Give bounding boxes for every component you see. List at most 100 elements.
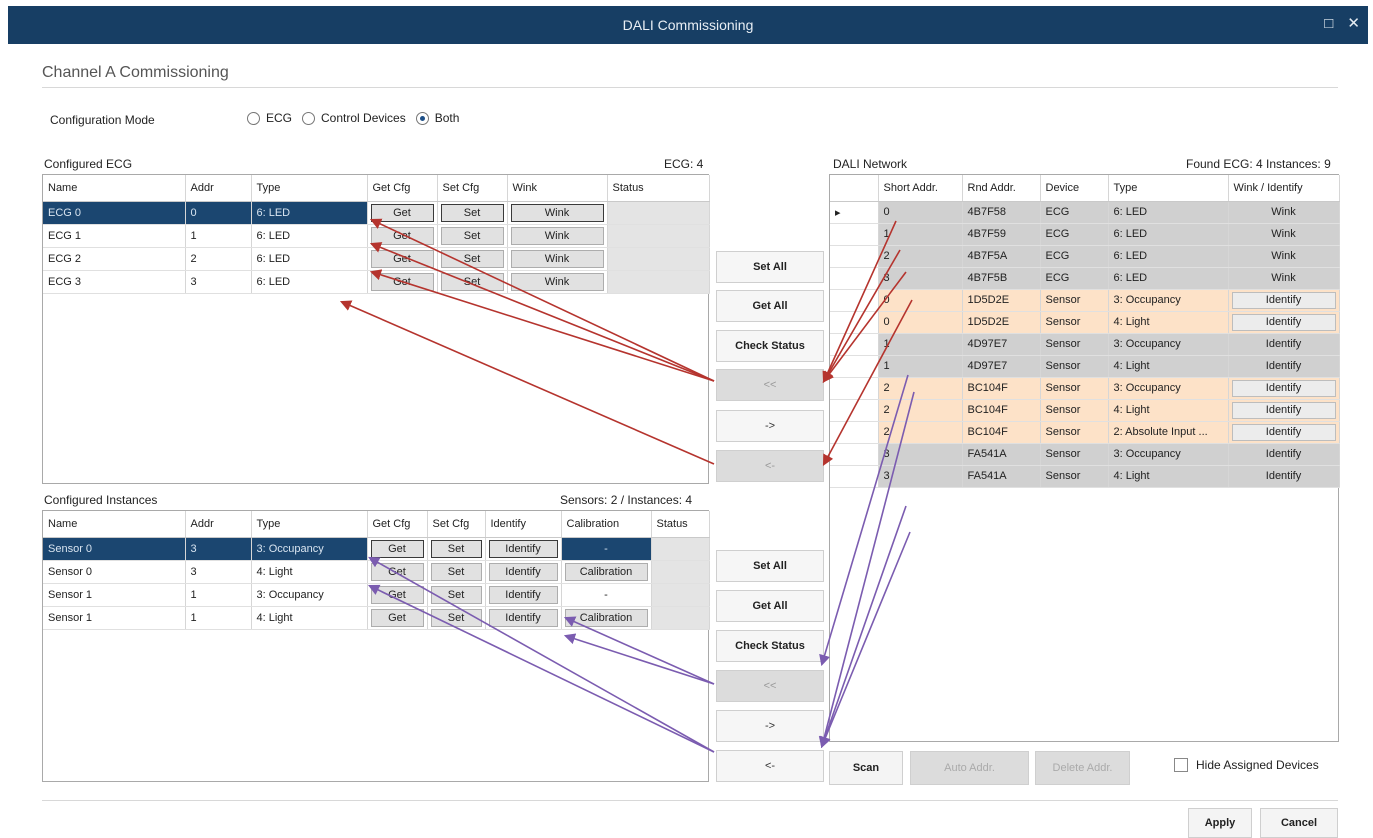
wink-button[interactable]: Wink	[510, 249, 604, 268]
wink-button[interactable]: Wink	[1228, 201, 1340, 224]
get-cfg-button[interactable]: Get	[370, 539, 424, 558]
inst-move-right-button[interactable]: ->	[716, 710, 824, 742]
identify-button[interactable]: Identify	[1231, 379, 1336, 397]
configured-instances-grid[interactable]: Name Addr Type Get Cfg Set Cfg Identify …	[42, 510, 710, 782]
wink-button[interactable]: Wink	[1228, 267, 1340, 290]
net-col-device[interactable]: Device	[1040, 175, 1109, 202]
ecg-col-status[interactable]: Status	[607, 175, 710, 202]
identify-button[interactable]: Identify	[488, 562, 558, 581]
radio-control-devices-circle[interactable]	[302, 111, 316, 125]
get-cfg-button[interactable]: Get	[370, 585, 424, 604]
identify-button[interactable]: Identify	[1228, 443, 1340, 466]
table-row[interactable]: 3 FA541A Sensor 3: Occupancy Identify	[830, 443, 1340, 466]
radio-control-devices[interactable]: Control Devices	[302, 111, 406, 125]
inst-col-addr[interactable]: Addr	[185, 511, 252, 538]
table-row[interactable]: 2 BC104F Sensor 3: Occupancy Identify	[830, 377, 1340, 400]
radio-both[interactable]: Both	[415, 111, 459, 125]
auto-addr-button[interactable]: Auto Addr.	[910, 751, 1029, 785]
ecg-move-all-left-button[interactable]: <<	[716, 369, 824, 401]
ecg-move-left-button[interactable]: <-	[716, 450, 824, 482]
table-row[interactable]: 2 BC104F Sensor 2: Absolute Input ... Id…	[830, 421, 1340, 444]
inst-col-status[interactable]: Status	[651, 511, 710, 538]
table-row[interactable]: 0 1D5D2E Sensor 3: Occupancy Identify	[830, 289, 1340, 312]
apply-button[interactable]: Apply	[1188, 808, 1252, 838]
wink-button[interactable]: Wink	[510, 226, 604, 245]
identify-button[interactable]: Identify	[1228, 333, 1340, 356]
wink-button[interactable]: Wink	[1228, 223, 1340, 246]
ecg-col-getcfg[interactable]: Get Cfg	[367, 175, 438, 202]
wink-button[interactable]: Wink	[510, 203, 604, 222]
radio-both-circle[interactable]	[415, 111, 429, 125]
set-cfg-button[interactable]: Set	[440, 226, 504, 245]
table-row[interactable]: 1 4D97E7 Sensor 4: Light Identify	[830, 355, 1340, 378]
set-cfg-button[interactable]: Set	[430, 562, 482, 581]
identify-button[interactable]: Identify	[1228, 355, 1340, 378]
table-row[interactable]: Sensor 1 1 3: Occupancy Get Set Identify…	[43, 583, 710, 607]
checkbox-box[interactable]	[1174, 758, 1188, 772]
table-row[interactable]: ECG 3 3 6: LED Get Set Wink	[43, 270, 710, 294]
radio-ecg-circle[interactable]	[247, 111, 260, 125]
close-icon[interactable]: ✕	[1347, 14, 1360, 32]
ecg-set-all-button[interactable]: Set All	[716, 251, 824, 283]
configured-ecg-grid[interactable]: Name Addr Type Get Cfg Set Cfg Wink Stat…	[42, 174, 710, 484]
net-col-type[interactable]: Type	[1108, 175, 1229, 202]
ecg-move-right-button[interactable]: ->	[716, 410, 824, 442]
identify-button[interactable]: Identify	[1231, 423, 1336, 441]
table-row[interactable]: Sensor 0 3 4: Light Get Set Identify Cal…	[43, 560, 710, 584]
get-cfg-button[interactable]: Get	[370, 562, 424, 581]
identify-button[interactable]: Identify	[1228, 465, 1340, 488]
delete-addr-button[interactable]: Delete Addr.	[1035, 751, 1130, 785]
table-row[interactable]: 0 1D5D2E Sensor 4: Light Identify	[830, 311, 1340, 334]
inst-check-status-button[interactable]: Check Status	[716, 630, 824, 662]
inst-col-name[interactable]: Name	[43, 511, 186, 538]
inst-set-all-button[interactable]: Set All	[716, 550, 824, 582]
inst-move-left-button[interactable]: <-	[716, 750, 824, 782]
table-row[interactable]: 1 4B7F59 ECG 6: LED Wink	[830, 223, 1340, 246]
set-cfg-button[interactable]: Set	[440, 249, 504, 268]
net-col-wink-identify[interactable]: Wink / Identify	[1228, 175, 1340, 202]
cancel-button[interactable]: Cancel	[1260, 808, 1338, 838]
get-cfg-button[interactable]: Get	[370, 272, 434, 291]
inst-col-type[interactable]: Type	[251, 511, 368, 538]
table-row[interactable]: 1 4D97E7 Sensor 3: Occupancy Identify	[830, 333, 1340, 356]
ecg-col-addr[interactable]: Addr	[185, 175, 252, 202]
inst-col-calibration[interactable]: Calibration	[561, 511, 652, 538]
identify-button[interactable]: Identify	[1231, 291, 1336, 309]
identify-button[interactable]: Identify	[1231, 313, 1336, 331]
maximize-icon[interactable]: □	[1324, 15, 1333, 32]
set-cfg-button[interactable]: Set	[430, 608, 482, 627]
table-row[interactable]: ▸ 0 4B7F58 ECG 6: LED Wink	[830, 201, 1340, 224]
calibration-button[interactable]: Calibration	[564, 608, 648, 627]
wink-button[interactable]: Wink	[510, 272, 604, 291]
table-row[interactable]: Sensor 1 1 4: Light Get Set Identify Cal…	[43, 606, 710, 630]
ecg-col-setcfg[interactable]: Set Cfg	[437, 175, 508, 202]
ecg-col-name[interactable]: Name	[43, 175, 186, 202]
dali-network-grid[interactable]: Short Addr. Rnd Addr. Device Type Wink /…	[829, 174, 1340, 742]
identify-button[interactable]: Identify	[488, 608, 558, 627]
radio-ecg[interactable]: ECG	[247, 111, 292, 125]
get-cfg-button[interactable]: Get	[370, 226, 434, 245]
identify-button[interactable]: Identify	[488, 539, 558, 558]
ecg-col-type[interactable]: Type	[251, 175, 368, 202]
table-row[interactable]: 2 BC104F Sensor 4: Light Identify	[830, 399, 1340, 422]
table-row[interactable]: 3 FA541A Sensor 4: Light Identify	[830, 465, 1340, 488]
ecg-col-wink[interactable]: Wink	[507, 175, 608, 202]
calibration-button[interactable]: Calibration	[564, 562, 648, 581]
ecg-check-status-button[interactable]: Check Status	[716, 330, 824, 362]
net-col-rnd-addr[interactable]: Rnd Addr.	[962, 175, 1041, 202]
identify-button[interactable]: Identify	[1231, 401, 1336, 419]
inst-get-all-button[interactable]: Get All	[716, 590, 824, 622]
inst-move-all-left-button[interactable]: <<	[716, 670, 824, 702]
ecg-get-all-button[interactable]: Get All	[716, 290, 824, 322]
table-row[interactable]: Sensor 0 3 3: Occupancy Get Set Identify…	[43, 537, 710, 561]
table-row[interactable]: ECG 1 1 6: LED Get Set Wink	[43, 224, 710, 248]
set-cfg-button[interactable]: Set	[430, 585, 482, 604]
table-row[interactable]: 3 4B7F5B ECG 6: LED Wink	[830, 267, 1340, 290]
set-cfg-button[interactable]: Set	[430, 539, 482, 558]
get-cfg-button[interactable]: Get	[370, 249, 434, 268]
hide-assigned-checkbox[interactable]: Hide Assigned Devices	[1174, 758, 1319, 772]
net-col-short-addr[interactable]: Short Addr.	[878, 175, 963, 202]
get-cfg-button[interactable]: Get	[370, 203, 434, 222]
inst-col-getcfg[interactable]: Get Cfg	[367, 511, 428, 538]
inst-col-identify[interactable]: Identify	[485, 511, 562, 538]
